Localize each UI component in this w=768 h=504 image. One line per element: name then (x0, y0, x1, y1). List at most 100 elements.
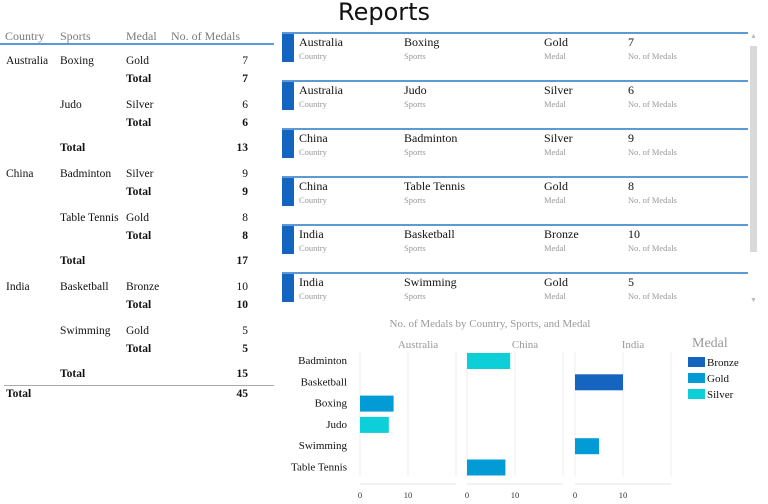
cell-sport: Total (60, 142, 86, 154)
card-sport-label: Sports (404, 51, 426, 61)
card-field-country: China Country (299, 131, 328, 157)
card-country-label: Country (299, 51, 327, 61)
report-card[interactable]: Australia Country Judo Sports Silver Medal 6 No… (282, 80, 748, 110)
cell-country: Australia (6, 55, 49, 67)
card-list-scrollbar[interactable]: ▲ ▼ (748, 32, 760, 304)
card-accent-bar (282, 226, 294, 254)
card-accent-bar (282, 130, 294, 158)
card-sport-value: Swimming (404, 275, 457, 289)
card-sport-label: Sports (404, 195, 426, 205)
card-value-value: 7 (628, 35, 634, 49)
card-medal-value: Bronze (544, 227, 579, 241)
grand-total-row: Total 45 (0, 388, 274, 402)
card-value-value: 8 (628, 179, 634, 193)
page-title: Reports (337, 0, 431, 26)
card-medal-value: Gold (544, 35, 568, 49)
header-medal[interactable]: Medal (126, 29, 157, 44)
card-country-label: Country (299, 195, 327, 205)
bar-china-table-tennis (467, 459, 506, 476)
legend-swatch (688, 357, 705, 367)
card-medal-value: Silver (544, 131, 573, 145)
legend-title: Medal (692, 336, 728, 351)
card-field-country: Australia Country (299, 83, 343, 109)
legend-item-silver[interactable]: Silver (688, 389, 733, 401)
medals-chart: No. of Medals by Country, Sports, and Me… (280, 312, 768, 504)
legend-item-bronze[interactable]: Bronze (688, 357, 739, 369)
card-value-label: No. of Medals (628, 291, 677, 301)
header-sports[interactable]: Sports (60, 29, 91, 44)
header-medals-count[interactable]: No. of Medals (171, 29, 240, 44)
category-label: Basketball (301, 376, 347, 388)
scroll-down-icon[interactable]: ▼ (750, 296, 757, 304)
cell-value: 6 (242, 99, 248, 111)
total-row: Total 9 (0, 186, 274, 200)
cell-medal: Total (126, 186, 152, 198)
report-card[interactable]: India Country Swimming Sports Gold Medal 5 No. … (282, 272, 748, 302)
card-medal-label: Medal (544, 51, 566, 61)
cell-value: 8 (242, 230, 248, 242)
card-medal-label: Medal (544, 243, 566, 253)
scroll-up-icon[interactable]: ▲ (750, 32, 757, 40)
card-sport-value: Boxing (404, 35, 440, 49)
report-card[interactable]: Australia Country Boxing Sports Gold Medal 7 No… (282, 32, 748, 62)
grand-total-divider (4, 385, 274, 386)
facet-label: India (622, 339, 645, 351)
legend-item-gold[interactable]: Gold (688, 373, 729, 385)
cell-value: 10 (236, 299, 249, 311)
card-field-country: Australia Country (299, 35, 343, 61)
card-sport-value: Judo (404, 83, 427, 97)
report-card[interactable]: China Country Badminton Sports Silver Medal 9 N… (282, 128, 748, 158)
card-field-value: 8 No. of Medals (628, 179, 677, 205)
cell-medal: Bronze (126, 281, 160, 293)
card-accent-bar (282, 34, 294, 62)
report-card[interactable]: China Country Table Tennis Sports Gold Medal 8… (282, 176, 748, 206)
card-field-value: 9 No. of Medals (628, 131, 677, 157)
x-tick-label: 0 (465, 490, 469, 500)
x-tick-label: 10 (619, 490, 628, 500)
category-label: Table Tennis (291, 462, 347, 474)
card-medal-value: Silver (544, 83, 573, 97)
cell-medal: Total (126, 299, 152, 311)
cell-value: 7 (242, 73, 248, 85)
header-country[interactable]: Country (5, 29, 44, 44)
x-tick-label: 0 (358, 490, 362, 500)
card-country-label: Country (299, 243, 327, 253)
facet-label: China (512, 339, 538, 351)
card-field-value: 10 No. of Medals (628, 227, 677, 253)
x-tick-label: 10 (404, 490, 413, 500)
matrix-row: India Basketball Bronze 10 (0, 281, 274, 295)
bar-australia-judo (360, 416, 389, 433)
total-row: Total 8 (0, 230, 274, 244)
card-field-value: 5 No. of Medals (628, 275, 677, 301)
report-card[interactable]: India Country Basketball Sports Bronze Medal 1… (282, 224, 748, 254)
cell-medal: Total (126, 73, 152, 85)
cell-value: 6 (242, 117, 248, 129)
total-row: Total 6 (0, 117, 274, 131)
card-field-medal: Silver Medal (544, 83, 573, 109)
cell-value: 5 (242, 325, 248, 337)
cell-value: 17 (236, 255, 249, 267)
card-country-value: China (299, 179, 328, 193)
subtotal-row: Total 15 (0, 368, 274, 382)
category-label: Badminton (298, 355, 347, 367)
card-field-value: 7 No. of Medals (628, 35, 677, 61)
total-row: Total 7 (0, 73, 274, 87)
bar-australia-boxing (360, 395, 394, 412)
card-value-label: No. of Medals (628, 243, 677, 253)
cell-value: 5 (242, 343, 248, 355)
scroll-thumb[interactable] (750, 46, 757, 252)
cell-medal: Silver (126, 168, 154, 180)
x-tick-label: 10 (511, 490, 520, 500)
card-value-label: No. of Medals (628, 147, 677, 157)
card-field-sport: Basketball Sports (404, 227, 455, 253)
card-sport-value: Basketball (404, 227, 455, 241)
cell-medal: Total (126, 230, 152, 242)
category-label: Judo (326, 419, 347, 431)
cell-sport: Total (60, 255, 86, 267)
card-country-value: India (299, 227, 324, 241)
matrix-row: Table Tennis Gold 8 (0, 212, 274, 226)
cell-sport: Basketball (60, 281, 109, 293)
chart-plot: Australia 0 10 China 0 10 India 0 10 Badminton Bas… (291, 339, 672, 500)
cell-value: 7 (242, 55, 248, 67)
card-medal-value: Gold (544, 179, 568, 193)
